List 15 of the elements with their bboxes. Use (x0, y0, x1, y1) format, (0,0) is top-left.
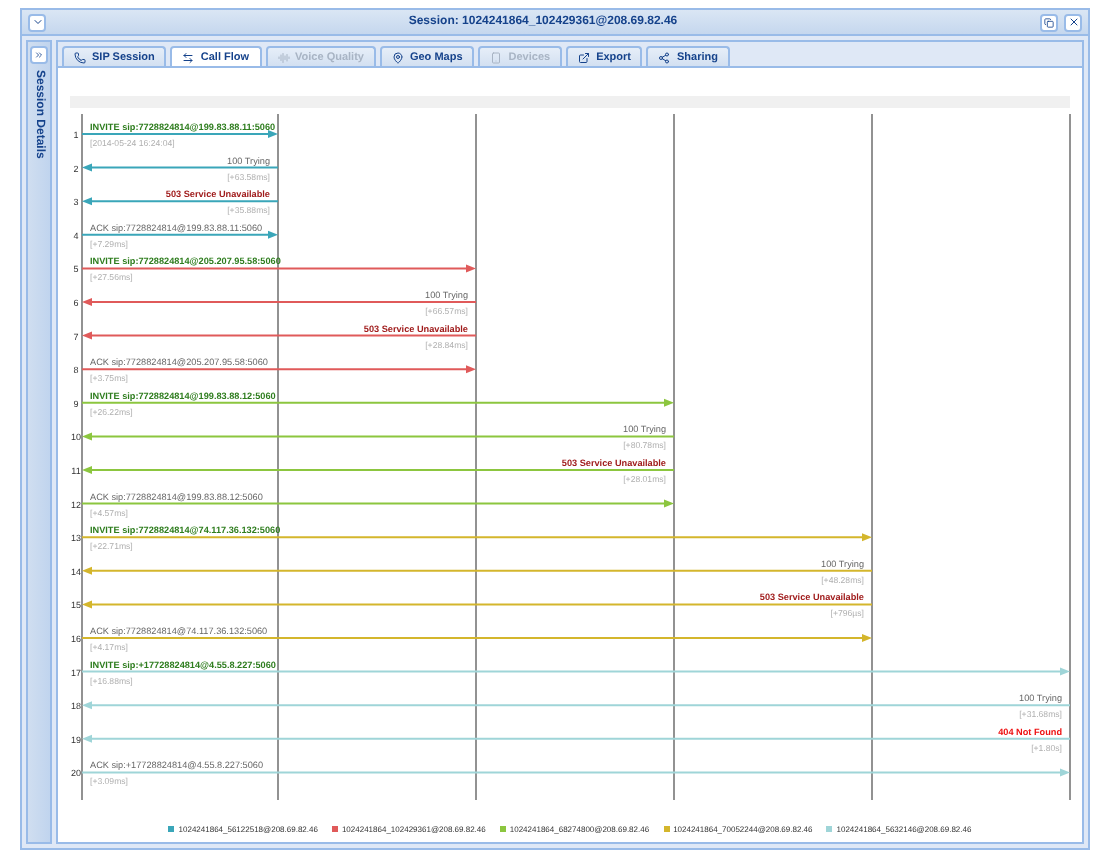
phone-device-icon (490, 51, 503, 63)
double-chevron-icon (34, 50, 44, 60)
close-button[interactable] (1064, 13, 1082, 31)
restore-icon (1044, 17, 1054, 27)
close-icon (1067, 16, 1079, 28)
phone-icon (74, 51, 86, 63)
chevron-down-icon (31, 16, 43, 28)
waveform-icon (277, 51, 290, 63)
expand-button[interactable] (30, 46, 48, 64)
swap-arrows-icon (182, 51, 195, 63)
share-icon (658, 51, 671, 63)
collapse-button[interactable] (28, 13, 46, 31)
external-link-icon (578, 51, 591, 63)
map-pin-icon (391, 51, 404, 63)
restore-button[interactable] (1040, 13, 1058, 31)
